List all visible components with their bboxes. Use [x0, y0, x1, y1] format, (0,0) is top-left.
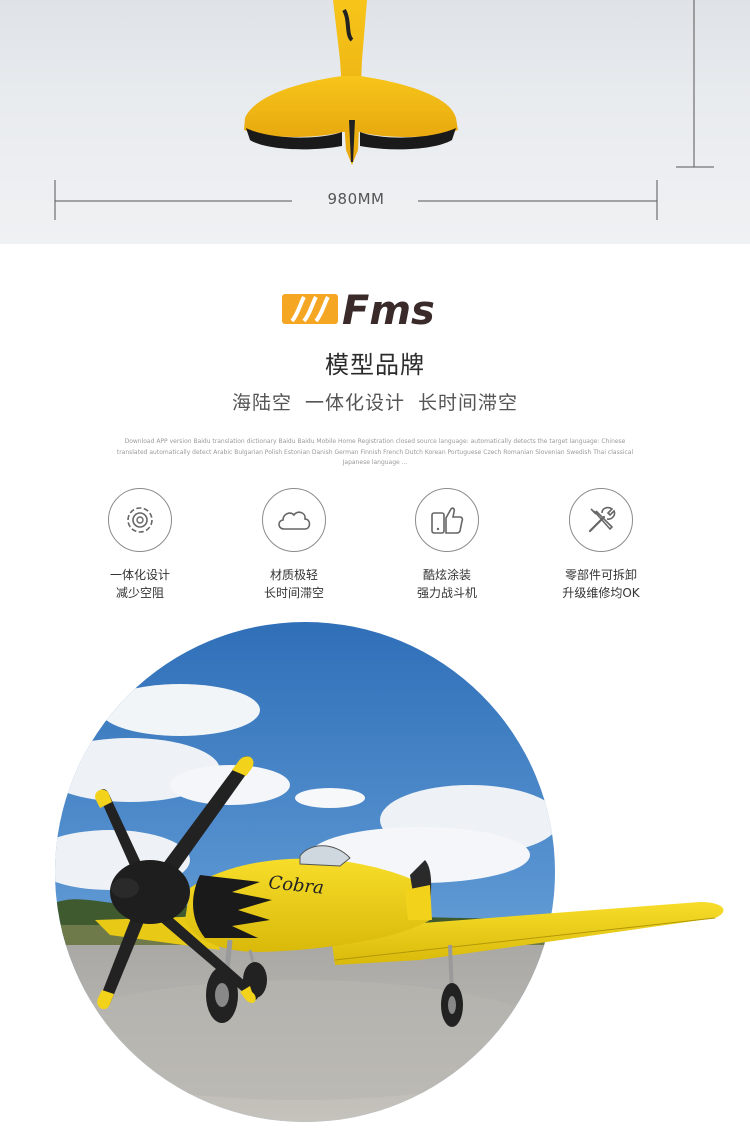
feature-line2: 升级维修均OK [562, 586, 640, 600]
feature-icon-circle [108, 488, 172, 552]
brand-title: 模型品牌 [325, 351, 425, 379]
fms-logo: Fms [280, 288, 470, 334]
feature-line1: 一体化设计 [109, 568, 170, 582]
brand-description: Download APP version Baidu translation d… [116, 438, 634, 466]
feature-line1: 酷炫涂装 [422, 568, 471, 582]
feature-icon-circle [262, 488, 326, 552]
tools-icon [588, 506, 616, 533]
feature-line2: 长时间滞空 [263, 586, 324, 600]
gear-icon [127, 507, 153, 533]
feature-lightweight: 材质极轻 长时间滞空 [234, 488, 354, 602]
cloud-icon [278, 511, 311, 530]
feature-line2: 强力战斗机 [416, 586, 477, 600]
brand-slogan: 海陆空 一体化设计 长时间滞空 [231, 392, 519, 414]
wingspan-dimension-label: 980MM [327, 190, 385, 208]
logo-text: Fms [342, 288, 435, 330]
feature-cool-paint: 酷炫涂装 强力战斗机 [387, 488, 507, 602]
feature-integrated-design: 一体化设计 减少空阻 [80, 488, 200, 602]
feature-line1: 材质极轻 [269, 568, 318, 582]
feature-icon-circle [569, 488, 633, 552]
feature-line2: 减少空阻 [115, 586, 164, 600]
feature-detachable-parts: 零部件可拆卸 升级维修均OK [541, 488, 661, 602]
hero-plane-photo: Cobra [0, 620, 750, 1130]
feature-line1: 零部件可拆卸 [564, 568, 637, 582]
thumbs-up-phone-icon [431, 507, 464, 534]
top-banner: 980MM [0, 0, 750, 244]
feature-icon-circle [415, 488, 479, 552]
